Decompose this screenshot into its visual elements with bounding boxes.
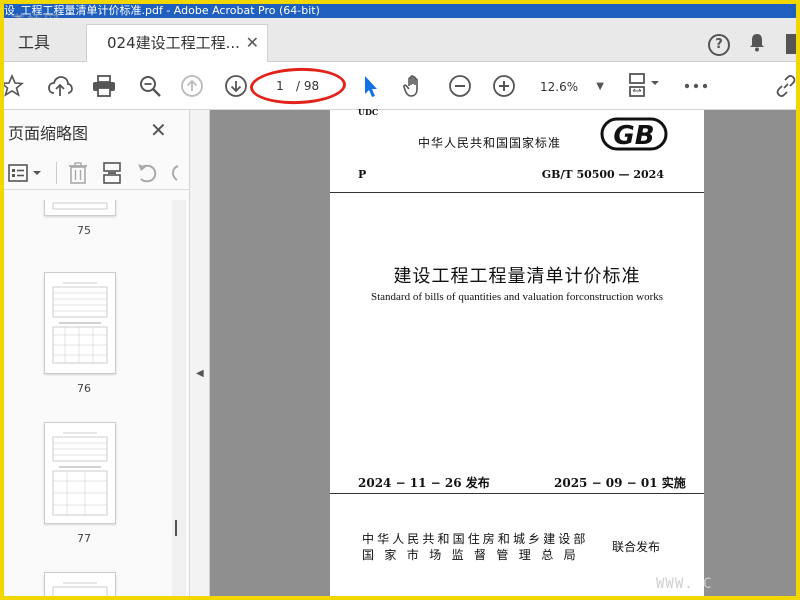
gb-logo: GB bbox=[600, 117, 668, 151]
zoom-in-icon[interactable] bbox=[490, 72, 518, 100]
star-icon[interactable] bbox=[4, 72, 26, 100]
header-rule bbox=[330, 192, 704, 193]
tab-document[interactable]: 024建设工程工程... ✕ bbox=[86, 24, 268, 62]
joint-release: 联合发布 bbox=[612, 540, 661, 554]
page-display-icon[interactable] bbox=[624, 72, 664, 100]
zoom-select[interactable]: 12.6% ▼ bbox=[534, 76, 608, 98]
thumbnail-page[interactable] bbox=[44, 272, 116, 374]
scrollbar-thumb[interactable] bbox=[175, 520, 177, 536]
previous-page-icon[interactable] bbox=[178, 72, 206, 100]
cloud-upload-icon[interactable] bbox=[46, 72, 74, 100]
help-icon[interactable]: ? bbox=[708, 34, 730, 56]
rotate-ccw-icon[interactable] bbox=[136, 162, 158, 188]
standard-number: GB/T 50500 — 2024 bbox=[541, 168, 664, 181]
thumbnail-page[interactable] bbox=[44, 572, 116, 596]
udc-label: UDC bbox=[358, 107, 379, 117]
link-icon[interactable] bbox=[772, 72, 796, 100]
page-thumbnails-panel: 页面缩略图 ✕ 75 76 77 bbox=[4, 110, 190, 596]
app-window: 设_工程工程量清单计价标准.pdf - Adobe Acrobat Pro (6… bbox=[4, 4, 796, 596]
document-title-en: Standard of bills of quantities and valu… bbox=[370, 291, 664, 303]
zoom-out-icon[interactable] bbox=[446, 72, 474, 100]
thumbnail-options-icon[interactable] bbox=[8, 164, 42, 186]
tab-document-label: 024建设工程工程... bbox=[107, 34, 240, 52]
zoom-value: 12.6% bbox=[540, 80, 579, 94]
close-panel-icon[interactable]: ✕ bbox=[150, 118, 167, 142]
insert-page-icon[interactable] bbox=[102, 162, 122, 188]
issue-date: 2024 − 11 − 26 发布 bbox=[358, 476, 490, 490]
document-viewport[interactable]: UDC 中华人民共和国国家标准 GB P GB/T 50500 — 2024 建… bbox=[210, 107, 796, 596]
window-title: 设_工程工程量清单计价标准.pdf - Adobe Acrobat Pro (6… bbox=[4, 4, 796, 18]
national-standard-heading: 中华人民共和国国家标准 bbox=[418, 136, 562, 150]
panel-collapse-strip[interactable]: ◀ bbox=[190, 110, 210, 596]
select-tool-icon[interactable] bbox=[356, 72, 384, 100]
thumbnail-scrollbar[interactable] bbox=[172, 200, 186, 596]
thumbnail-page[interactable] bbox=[44, 422, 116, 524]
pdf-page: UDC 中华人民共和国国家标准 GB P GB/T 50500 — 2024 建… bbox=[330, 107, 704, 596]
close-tab-icon[interactable]: ✕ bbox=[246, 25, 259, 61]
account-icon[interactable] bbox=[786, 34, 796, 54]
main-toolbar: 1 / 98 12.6% ▼ bbox=[4, 62, 796, 110]
thumbnail-list: 75 76 77 bbox=[4, 200, 172, 596]
print-icon[interactable] bbox=[90, 72, 118, 100]
url-watermark: WWW. C bbox=[656, 576, 713, 592]
zoom-search-icon[interactable] bbox=[136, 72, 164, 100]
trash-icon[interactable] bbox=[68, 162, 88, 188]
thumbnail-label: 75 bbox=[77, 224, 91, 237]
next-page-icon[interactable] bbox=[222, 72, 250, 100]
implementation-date: 2025 − 09 − 01 实施 bbox=[554, 476, 686, 490]
chevron-down-icon: ▼ bbox=[596, 81, 604, 92]
footer-rule bbox=[330, 493, 704, 494]
rotate-cw-icon[interactable] bbox=[168, 162, 180, 188]
collapse-left-icon[interactable]: ◀ bbox=[196, 368, 204, 379]
issuer-line-2: 国家市场监督管理总局 bbox=[362, 548, 587, 562]
thumbnail-toolbar bbox=[4, 154, 190, 190]
tab-bar: 工具 024建设工程工程... ✕ ? bbox=[4, 18, 796, 62]
document-title-cn: 建设工程工程量清单计价标准 bbox=[393, 266, 641, 287]
thumbnail-label: 77 bbox=[77, 532, 91, 545]
tab-tools[interactable]: 工具 bbox=[4, 24, 78, 62]
thumbnail-label: 76 bbox=[77, 382, 91, 395]
panel-title: 页面缩略图 bbox=[8, 124, 89, 143]
issuer-line-1: 中华人民共和国住房和城乡建设部 bbox=[362, 532, 589, 546]
more-options-icon[interactable] bbox=[682, 72, 710, 100]
hand-tool-icon[interactable] bbox=[400, 72, 428, 100]
thumbnail-page[interactable] bbox=[44, 200, 116, 216]
highlight-ellipse bbox=[249, 66, 347, 106]
bell-icon[interactable] bbox=[748, 32, 766, 57]
classification-code: P bbox=[358, 168, 367, 181]
svg-text:GB: GB bbox=[613, 121, 654, 151]
toolbar-divider bbox=[56, 162, 57, 184]
